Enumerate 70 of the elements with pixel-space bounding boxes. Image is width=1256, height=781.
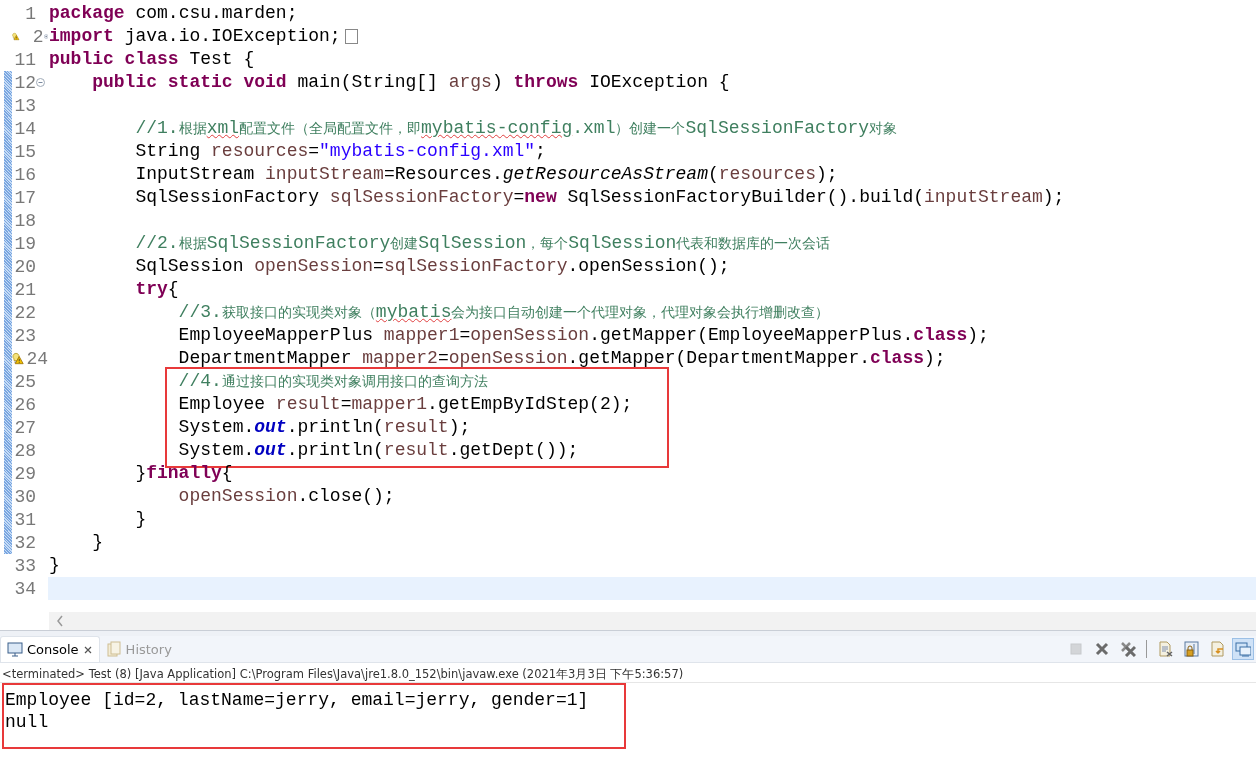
line-number: 19	[13, 233, 36, 254]
line-number: 29	[13, 463, 36, 484]
code-line: SqlSession openSession=sqlSessionFactory.openSession();	[134, 255, 730, 278]
line-number: 17	[13, 187, 36, 208]
code-line: //3.获取接口的实现类对象（mybatis会为接口自动创建一个代理对象，代理对象会执行增删改查）	[177, 301, 830, 324]
monitor-icon	[7, 641, 23, 658]
expand-icon[interactable]	[43, 32, 48, 41]
line-number: 26	[13, 394, 36, 415]
close-icon[interactable]	[82, 644, 93, 655]
process-info: <terminated> Test (8) [Java Application] C:\Program Files\Java\jre1.8.0_152\bin\javaw.exe (2021年3月3日 下午5:36:57)	[0, 663, 1256, 683]
view-tab[interactable]: Console	[0, 636, 100, 662]
document-arrow-icon	[1209, 641, 1225, 657]
line-number: 1	[24, 3, 36, 24]
double-x-icon	[1120, 641, 1136, 657]
line-number: 33	[13, 555, 36, 576]
code-line: //4.通过接口的实现类对象调用接口的查询方法	[177, 370, 488, 393]
console-output-line: null	[5, 711, 50, 733]
scroll-left-icon[interactable]	[55, 614, 65, 628]
code-line: System.out.println(result);	[177, 416, 471, 439]
line-number: 11	[13, 49, 36, 70]
code-line: }	[91, 531, 103, 554]
lock-icon	[1183, 641, 1199, 657]
line-number: 32	[13, 532, 36, 553]
warning-bulb-icon[interactable]	[12, 351, 24, 366]
line-number: 24	[25, 348, 48, 369]
code-line: InputStream inputStream=Resources.getResourceAsStream(resources);	[134, 163, 838, 186]
code-line: DepartmentMapper mapper2=openSession.getMapper(DepartmentMapper.class);	[177, 347, 946, 370]
folded-code-icon[interactable]	[344, 29, 358, 44]
code-line: SqlSessionFactory sqlSessionFactory=new SqlSessionFactoryBuilder().build(inputStream);	[134, 186, 1065, 209]
code-line: String resources="mybatis-config.xml";	[134, 140, 546, 163]
documents-icon	[105, 641, 122, 657]
line-number: 12	[13, 72, 36, 93]
code-line: //1.根据xml配置文件（全局配置文件，即mybatis-config.xml）创建一个SqlSessionFactory对象	[134, 117, 898, 140]
line-number: 30	[13, 486, 36, 507]
line-number: 18	[13, 210, 36, 231]
code-line: }finally{	[134, 462, 233, 485]
line-number: 15	[13, 141, 36, 162]
line-number: 21	[13, 279, 36, 300]
line-number: 13	[13, 95, 36, 116]
code-line: public static void main(String[] args) throws IOException {	[91, 71, 730, 94]
line-number: 20	[13, 256, 36, 277]
document-x-icon	[1157, 641, 1173, 657]
line-number: 25	[13, 371, 36, 392]
console-output-line: Employee [id=2, lastName=jerry, email=jerry, gender=1]	[5, 689, 590, 711]
code-line: try{	[134, 278, 179, 301]
code-line: System.out.println(result.getDept());	[177, 439, 579, 462]
code-line: Employee result=mapper1.getEmpByIdStep(2);	[177, 393, 633, 416]
code-line: }	[134, 508, 147, 531]
line-number: 27	[13, 417, 36, 438]
code-line: package com.csu.marden;	[49, 2, 298, 25]
code-line: public class Test {	[49, 48, 255, 71]
line-number: 34	[13, 578, 36, 599]
line-number: 22	[13, 302, 36, 323]
line-number: 2	[31, 26, 44, 47]
line-number: 16	[13, 164, 36, 185]
code-line: openSession.close();	[177, 485, 395, 508]
code-line: import java.io.IOException;	[49, 25, 341, 48]
horizontal-scrollbar[interactable]	[49, 612, 1256, 630]
code-line: //2.根据SqlSessionFactory创建SqlSession，每个SqlSession代表和数据库的一次会话	[134, 232, 831, 255]
line-number: 23	[13, 325, 36, 346]
line-number: 31	[13, 509, 36, 530]
code-line: EmployeeMapperPlus mapper1=openSession.getMapper(EmployeeMapperPlus.class);	[177, 324, 989, 347]
stop-icon	[1068, 641, 1084, 657]
monitor-icon	[1235, 641, 1251, 657]
close-icon	[1094, 641, 1110, 657]
line-number: 14	[13, 118, 36, 139]
code-line: }	[49, 554, 60, 577]
line-number: 28	[13, 440, 36, 461]
toolbar-button[interactable]	[1232, 638, 1254, 660]
collapse-icon[interactable]	[36, 78, 45, 87]
